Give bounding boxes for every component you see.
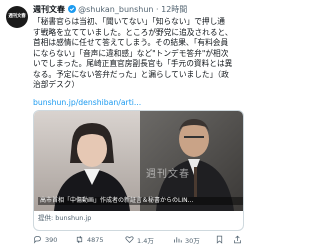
watermark: 週刊文春 (146, 169, 190, 180)
handle[interactable]: @shukan_bunshun (78, 5, 153, 14)
tweet-text-line: いでしまった。尾崎正直官房副長官も「手元の資料とは異 (33, 59, 233, 68)
card-title: 高市首相「中傷動画」作成者の新証言＆秘書からのLIN... (38, 197, 243, 205)
tweet-text-line: にならない」「音声に違和感」など"トンデモ答弁"が相次 (33, 48, 229, 58)
views-icon (173, 235, 185, 246)
article-link[interactable]: bunshun.jp/denshiban/arti... (33, 98, 141, 108)
tweet-text-line: 首相は感情に任せて答えてしまう。その結果、「有料会員 (33, 38, 229, 47)
heart-icon (125, 235, 137, 246)
retweet-icon (75, 235, 87, 246)
views-button[interactable]: 30万 (173, 234, 200, 246)
reply-button[interactable]: 390 (33, 234, 57, 246)
tweet-text-line: す戦略を立てていました。ところが野党に追及されると、 (33, 27, 233, 37)
timestamp[interactable]: 12時間 (161, 5, 187, 14)
display-name[interactable]: 週刊文春 (33, 5, 65, 14)
tweet-text: 「秘書官らは当初、「聞いてない」「知らない」で押し通 す戦略を立てていました。と… (33, 17, 247, 91)
bookmark-button[interactable] (215, 234, 227, 246)
avatar-text: 週刊文春 (8, 13, 26, 19)
separator: · (156, 5, 159, 14)
like-button[interactable]: 1.4万 (125, 234, 154, 246)
reply-count: 390 (45, 236, 58, 244)
card-source: 提供: bunshun.jp (38, 214, 92, 222)
tweet-text-line: なる。予定にない答弁だった」と漏らしていました」（政 (33, 69, 229, 79)
share-button[interactable] (233, 234, 245, 246)
retweet-button[interactable]: 4875 (75, 234, 104, 246)
avatar[interactable]: 週刊文春 (6, 6, 28, 28)
action-bar: 390 4875 1.4万 30万 (33, 234, 247, 246)
tweet-text-line: 「秘書官らは当初、「聞いてない」「知らない」で押し通 (33, 17, 225, 26)
card-image: 週刊文春 高市首相「中傷動画」作成者の新証言＆秘書からのLIN... (34, 111, 243, 211)
reply-icon (33, 235, 45, 246)
view-count: 30万 (185, 237, 200, 245)
link-card[interactable]: 週刊文春 高市首相「中傷動画」作成者の新証言＆秘書からのLIN... 提供: b… (33, 110, 244, 231)
tweet-text-line: 治部デスク） (33, 80, 80, 89)
verified-badge-icon (67, 5, 76, 17)
bookmark-icon (215, 235, 227, 246)
share-icon (233, 235, 245, 246)
retweet-count: 4875 (87, 236, 104, 244)
tweet-header: 週刊文春 @shukan_bunshun · 12時間 (33, 4, 248, 16)
like-count: 1.4万 (137, 237, 154, 245)
